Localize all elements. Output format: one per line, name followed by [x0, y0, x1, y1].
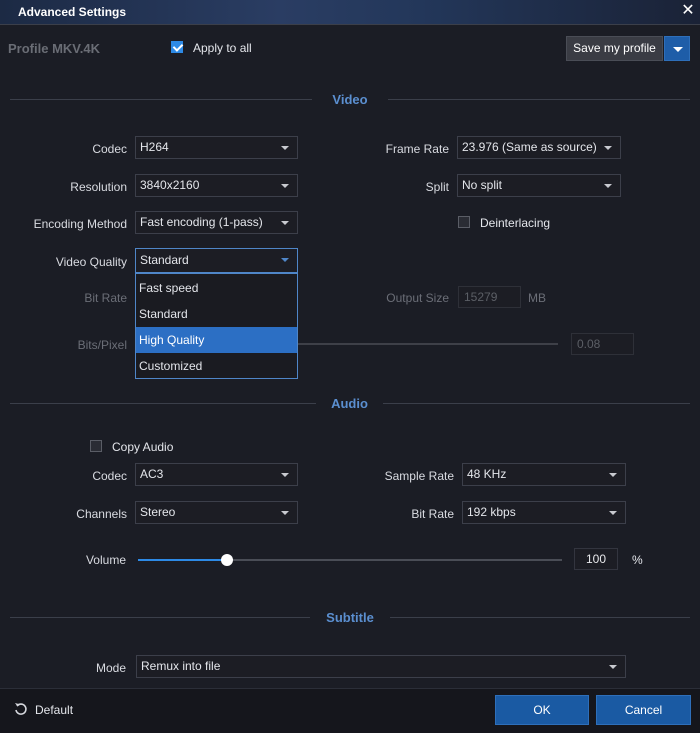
audio-bit-rate-value: 192 kbps — [467, 505, 516, 519]
copy-audio-label: Copy Audio — [112, 440, 174, 454]
channels-label: Channels — [76, 507, 127, 521]
divider — [10, 617, 310, 618]
channels-value: Stereo — [140, 505, 176, 519]
volume-input[interactable]: 100 — [574, 548, 618, 570]
divider — [388, 99, 690, 100]
audio-codec-value: AC3 — [140, 467, 164, 481]
output-size-unit: MB — [528, 291, 546, 305]
output-size-input[interactable]: 15279 — [458, 286, 521, 308]
dropdown-option[interactable]: Fast speed — [136, 275, 297, 301]
chevron-down-icon — [609, 511, 617, 515]
ok-button[interactable]: OK — [495, 695, 589, 725]
sample-rate-select[interactable]: 48 KHz — [462, 463, 626, 486]
cancel-label: Cancel — [624, 703, 663, 717]
output-size-label: Output Size — [386, 291, 449, 305]
chevron-down-icon — [673, 47, 683, 52]
chevron-down-icon — [281, 258, 289, 262]
resolution-label: Resolution — [70, 180, 127, 194]
video-section-title: Video — [332, 92, 368, 107]
encoding-method-label: Encoding Method — [33, 217, 127, 231]
deinterlacing-checkbox[interactable] — [458, 216, 470, 228]
subtitle-mode-select[interactable]: Remux into file — [136, 655, 626, 678]
chevron-down-icon — [609, 473, 617, 477]
resolution-select[interactable]: 3840x2160 — [135, 174, 298, 197]
dropdown-option-highlighted[interactable]: High Quality — [136, 327, 297, 353]
divider — [10, 403, 316, 404]
frame-rate-label: Frame Rate — [385, 142, 449, 156]
copy-audio-checkbox[interactable] — [90, 440, 102, 452]
cancel-button[interactable]: Cancel — [596, 695, 691, 725]
divider — [383, 403, 690, 404]
chevron-down-icon — [604, 184, 612, 188]
chevron-down-icon — [281, 184, 289, 188]
save-profile-menu-button[interactable] — [664, 36, 690, 61]
resolution-value: 3840x2160 — [140, 178, 200, 192]
save-my-profile-button[interactable]: Save my profile — [566, 36, 663, 61]
bits-per-pixel-label: Bits/Pixel — [77, 338, 127, 352]
video-codec-value: H264 — [140, 140, 169, 154]
volume-label: Volume — [85, 553, 126, 567]
volume-unit: % — [632, 553, 643, 567]
chevron-down-icon — [281, 221, 289, 225]
channels-select[interactable]: Stereo — [135, 501, 298, 524]
video-codec-select[interactable]: H264 — [135, 136, 298, 159]
footer-bar — [0, 688, 700, 733]
audio-bit-rate-label: Bit Rate — [411, 507, 454, 521]
video-quality-label: Video Quality — [55, 255, 127, 269]
bits-per-pixel-input[interactable]: 0.08 — [571, 333, 634, 355]
ok-label: OK — [533, 703, 551, 717]
chevron-down-icon — [609, 665, 617, 669]
default-button[interactable]: Default — [14, 702, 92, 718]
volume-slider-fill — [138, 559, 227, 561]
encoding-method-value: Fast encoding (1-pass) — [140, 215, 263, 229]
default-label: Default — [35, 703, 74, 717]
chevron-down-icon — [281, 146, 289, 150]
split-value: No split — [462, 178, 503, 192]
apply-to-all-label: Apply to all — [193, 41, 252, 55]
split-label: Split — [425, 180, 449, 194]
audio-codec-select[interactable]: AC3 — [135, 463, 298, 486]
sample-rate-label: Sample Rate — [384, 469, 454, 483]
video-quality-dropdown: Fast speed Standard High Quality Customi… — [135, 273, 298, 379]
frame-rate-value: 23.976 (Same as source) — [462, 140, 597, 154]
bit-rate-label: Bit Rate — [84, 291, 127, 305]
mode-label: Mode — [95, 661, 126, 675]
video-quality-select[interactable]: Standard — [135, 248, 298, 273]
profile-name: MKV.4K — [52, 41, 101, 56]
encoding-method-select[interactable]: Fast encoding (1-pass) — [135, 211, 298, 234]
sample-rate-value: 48 KHz — [467, 467, 507, 481]
subtitle-mode-value: Remux into file — [141, 659, 221, 673]
profile-label: Profile — [8, 41, 49, 56]
divider — [390, 617, 690, 618]
codec-label: Codec — [92, 142, 127, 156]
deinterlacing-label: Deinterlacing — [480, 216, 551, 230]
subtitle-section-title: Subtitle — [326, 610, 374, 625]
divider — [10, 99, 312, 100]
close-icon[interactable]: ✕ — [680, 3, 696, 19]
frame-rate-select[interactable]: 23.976 (Same as source) — [457, 136, 621, 159]
dropdown-option[interactable]: Standard — [136, 301, 297, 327]
window-title: Advanced Settings — [18, 5, 127, 19]
video-quality-value: Standard — [140, 253, 189, 267]
volume-slider-knob[interactable] — [221, 554, 233, 566]
bits-per-pixel-slider[interactable] — [298, 343, 558, 345]
audio-bit-rate-select[interactable]: 192 kbps — [462, 501, 626, 524]
chevron-down-icon — [604, 146, 612, 150]
split-select[interactable]: No split — [457, 174, 621, 197]
apply-to-all-checkbox[interactable] — [171, 41, 183, 53]
audio-section-title: Audio — [331, 396, 368, 411]
save-my-profile-label: Save my profile — [573, 41, 656, 55]
chevron-down-icon — [281, 511, 289, 515]
chevron-down-icon — [281, 473, 289, 477]
audio-codec-label: Codec — [92, 469, 127, 483]
reset-icon — [15, 703, 27, 715]
dropdown-option[interactable]: Customized — [136, 353, 297, 379]
